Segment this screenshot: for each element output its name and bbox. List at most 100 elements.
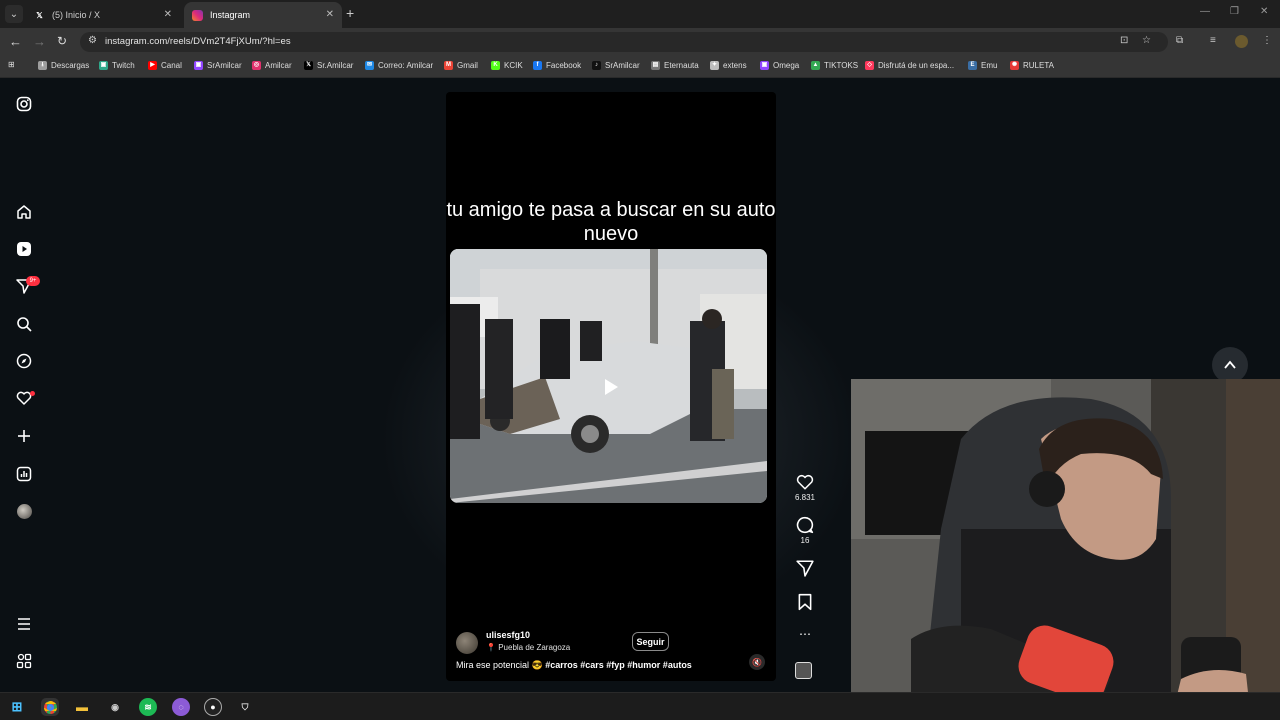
reels-icon[interactable]: [15, 240, 33, 258]
back-icon[interactable]: ←: [9, 34, 22, 49]
browser-tab-strip: ⌄ 𝕏 (5) Inicio / X ✕ Instagram ✕ + — ❐ ✕: [0, 0, 1280, 28]
instagram-icon: [192, 9, 203, 21]
bookmark-item[interactable]: ◎ Amilcar: [252, 61, 292, 70]
create-icon[interactable]: [15, 427, 33, 445]
reload-icon[interactable]: ↻: [57, 34, 67, 48]
game-launcher-icon[interactable]: ◉: [106, 698, 124, 716]
apps-grid-icon[interactable]: ⊞: [8, 60, 15, 69]
restore-button[interactable]: ❐: [1230, 6, 1239, 17]
author-avatar[interactable]: [456, 632, 478, 654]
close-icon[interactable]: ✕: [326, 9, 334, 20]
bookmark-item[interactable]: E Emu: [968, 61, 997, 70]
windows-start-icon[interactable]: ⊞: [8, 698, 26, 716]
chrome-icon[interactable]: [41, 698, 59, 716]
street-scene-image: [450, 249, 767, 503]
notification-badge: 9+: [26, 276, 40, 286]
bookmark-item[interactable]: ▣ SrAmilcar: [194, 61, 242, 70]
close-icon[interactable]: ✕: [164, 9, 172, 20]
bookmark-star-icon[interactable]: ☆: [1142, 35, 1151, 46]
explore-icon[interactable]: [15, 352, 33, 370]
bookmark-item[interactable]: ✦ extens: [710, 61, 747, 70]
bookmark-item[interactable]: ▲ TIKTOKS: [811, 61, 858, 70]
emu-icon: E: [968, 61, 977, 70]
spotify-icon[interactable]: ≋: [139, 698, 157, 716]
bookmark-item[interactable]: ▣ Twitch: [99, 61, 135, 70]
bookmark-label: Amilcar: [265, 61, 292, 70]
bookmark-item[interactable]: ▤ Eternauta: [651, 61, 699, 70]
bookmark-item[interactable]: M Gmail: [444, 61, 478, 70]
tab-x-inicio[interactable]: 𝕏 (5) Inicio / X ✕: [26, 2, 180, 28]
wheel-icon: ✺: [1010, 61, 1019, 70]
home-icon[interactable]: [15, 203, 33, 221]
bookmark-item[interactable]: 𝕏 Sr.Amilcar: [304, 61, 353, 70]
play-icon[interactable]: [605, 379, 618, 395]
notification-dot: [30, 391, 35, 396]
also-from-meta-icon[interactable]: [15, 652, 33, 670]
dashboard-icon[interactable]: [15, 465, 33, 483]
more-menu-icon[interactable]: [15, 615, 33, 633]
install-app-icon[interactable]: ⊡: [1120, 35, 1128, 46]
bookmark-item[interactable]: ▣ Omega: [760, 61, 799, 70]
tab-search-button[interactable]: ⌄: [5, 5, 23, 23]
author-location[interactable]: 📍 Puebla de Zaragoza: [486, 643, 570, 652]
bookmark-item[interactable]: ✉ Correo: Amilcar: [365, 61, 433, 70]
bookmark-label: RULETA: [1023, 61, 1054, 70]
bookmark-item[interactable]: K KCIK: [491, 61, 523, 70]
tab-instagram[interactable]: Instagram ✕: [184, 2, 342, 28]
bookmarks-bar: ⊞ ⭳ Descargas ▣ Twitch ▶ Canal ▣ SrAmilcar ◎ Amil…: [0, 56, 1280, 78]
puzzle-icon: ✦: [710, 61, 719, 70]
close-window-button[interactable]: ✕: [1260, 6, 1268, 17]
site-info-icon[interactable]: ⚙: [88, 35, 97, 46]
profile-avatar[interactable]: [15, 502, 33, 520]
twitch-icon: ▣: [760, 61, 769, 70]
url-text[interactable]: instagram.com/reels/DVm2T4FjXUm/?hl=es: [105, 36, 291, 47]
reel-video-frame[interactable]: [450, 249, 767, 503]
profile-avatar[interactable]: [1235, 35, 1248, 48]
author-username[interactable]: ulisesfg10: [486, 630, 530, 640]
search-icon[interactable]: [15, 315, 33, 333]
youtube-icon: ▶: [148, 61, 157, 70]
x-icon: 𝕏: [36, 10, 43, 20]
gmail-icon: M: [444, 61, 453, 70]
audio-thumbnail[interactable]: [795, 662, 815, 679]
file-explorer-icon[interactable]: ▬: [73, 698, 91, 716]
media-control-icon[interactable]: ≡: [1210, 35, 1216, 46]
bookmark-item[interactable]: ⭳ Descargas: [38, 61, 89, 70]
bookmark-label: SrAmilcar: [605, 61, 640, 70]
bookmark-label: KCIK: [504, 61, 523, 70]
previous-reel-button[interactable]: [1212, 347, 1248, 383]
sound-toggle-icon[interactable]: 🔇: [749, 654, 765, 670]
mail-icon: ✉: [365, 61, 374, 70]
bookmark-label: Canal: [161, 61, 182, 70]
save-icon[interactable]: [795, 593, 815, 616]
share-icon[interactable]: [795, 559, 815, 582]
bookmark-item[interactable]: ◇ Disfrutá de un espa...: [865, 61, 954, 70]
shield-icon[interactable]: ⛉: [236, 698, 254, 716]
bookmark-item[interactable]: ♪ SrAmilcar: [592, 61, 640, 70]
minimize-button[interactable]: —: [1200, 6, 1210, 17]
bookmark-label: Sr.Amilcar: [317, 61, 354, 70]
twitch-icon: ▣: [99, 61, 108, 70]
bookmark-item[interactable]: ▶ Canal: [148, 61, 182, 70]
caption-text: Mira ese potencial 😎: [456, 660, 546, 670]
bookmark-item[interactable]: f Facebook: [533, 61, 581, 70]
reel-video[interactable]: tu amigo te pasa a buscar en su auto nue…: [446, 92, 776, 681]
download-icon: ⭳: [38, 61, 47, 70]
reel-overlay-text: tu amigo te pasa a buscar en su auto nue…: [446, 199, 776, 245]
browser-menu-icon[interactable]: ⋮: [1262, 35, 1272, 46]
bookmark-item[interactable]: ✺ RULETA: [1010, 61, 1054, 70]
forward-icon[interactable]: →: [33, 34, 46, 49]
caption-hashtags[interactable]: #carros #cars #fyp #humor #autos: [545, 660, 692, 670]
extensions-icon[interactable]: ⧉: [1176, 35, 1183, 46]
messenger-icon[interactable]: ◌: [172, 698, 190, 716]
more-options-icon[interactable]: ⋯: [795, 627, 815, 641]
recorder-icon[interactable]: ●: [204, 698, 222, 716]
instagram-logo-icon[interactable]: [15, 95, 33, 113]
bookmark-label: Emu: [981, 61, 998, 70]
kick-icon: K: [491, 61, 500, 70]
webcam-overlay: [851, 379, 1280, 720]
follow-button[interactable]: Seguir: [632, 632, 669, 651]
bookmark-label: Omega: [773, 61, 800, 70]
new-tab-button[interactable]: +: [346, 5, 354, 21]
bookmark-label: Eternauta: [664, 61, 699, 70]
